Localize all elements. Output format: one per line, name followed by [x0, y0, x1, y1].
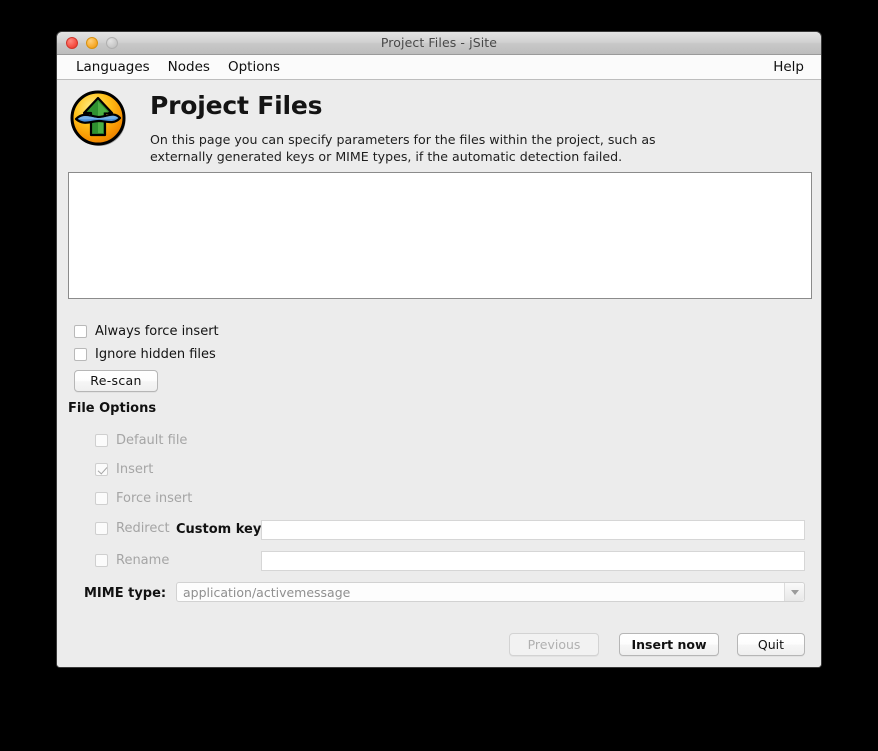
default-file-checkbox-row: Default file: [95, 433, 187, 448]
custom-key-input[interactable]: [261, 520, 805, 540]
page-description-line-1: On this page you can specify parameters …: [150, 132, 656, 147]
project-file-list[interactable]: [68, 172, 812, 299]
rename-input[interactable]: [261, 551, 805, 571]
rename-label: Rename: [116, 553, 170, 568]
rescan-button[interactable]: Re-scan: [74, 370, 158, 392]
menu-item-nodes[interactable]: Nodes: [159, 57, 219, 77]
always-force-insert-checkbox-row[interactable]: Always force insert: [74, 324, 219, 339]
custom-key-label: Custom key:: [176, 522, 267, 537]
menu-item-options[interactable]: Options: [219, 57, 289, 77]
rename-checkbox: [95, 554, 108, 567]
force-insert-checkbox-row: Force insert: [95, 491, 192, 506]
insert-label: Insert: [116, 462, 154, 477]
page-header: Project Files On this page you can speci…: [68, 84, 810, 164]
mime-type-dropdown[interactable]: application/activemessage: [176, 582, 805, 602]
redirect-checkbox-row: Redirect: [95, 521, 170, 536]
window-title: Project Files - jSite: [380, 35, 498, 50]
ignore-hidden-files-checkbox[interactable]: [74, 348, 87, 361]
force-insert-checkbox: [95, 492, 108, 505]
previous-button[interactable]: Previous: [509, 633, 599, 656]
ignore-hidden-files-label: Ignore hidden files: [95, 347, 216, 362]
redirect-label: Redirect: [116, 521, 170, 536]
chevron-down-icon: [790, 589, 799, 595]
insert-now-button[interactable]: Insert now: [619, 633, 719, 656]
application-window: Project Files - jSite Languages Nodes Op…: [56, 31, 822, 668]
mime-type-value: application/activemessage: [183, 584, 351, 600]
always-force-insert-checkbox[interactable]: [74, 325, 87, 338]
rename-checkbox-row: Rename: [95, 553, 169, 568]
window-titlebar[interactable]: Project Files - jSite: [57, 32, 821, 55]
window-content: Project Files On this page you can speci…: [57, 80, 821, 667]
redirect-checkbox: [95, 522, 108, 535]
menu-item-languages[interactable]: Languages: [67, 57, 159, 77]
file-options-section-title: File Options: [68, 401, 157, 416]
page-description-line-2: externally generated keys or MIME types,…: [150, 149, 623, 164]
menu-bar: Languages Nodes Options Help: [57, 55, 821, 80]
always-force-insert-label: Always force insert: [95, 324, 219, 339]
ignore-hidden-files-checkbox-row[interactable]: Ignore hidden files: [74, 347, 216, 362]
quit-button[interactable]: Quit: [737, 633, 805, 656]
insert-checkbox: [95, 463, 108, 476]
jsite-freenet-icon: [68, 87, 130, 149]
page-title: Project Files: [150, 91, 323, 120]
default-file-checkbox: [95, 434, 108, 447]
mime-type-dropdown-button[interactable]: [784, 583, 804, 601]
insert-checkbox-row: Insert: [95, 462, 153, 477]
desktop-background: Project Files - jSite Languages Nodes Op…: [0, 0, 878, 751]
default-file-label: Default file: [116, 433, 188, 448]
force-insert-label: Force insert: [116, 491, 193, 506]
menu-item-help[interactable]: Help: [764, 57, 813, 77]
mime-type-label: MIME type:: [84, 586, 167, 601]
